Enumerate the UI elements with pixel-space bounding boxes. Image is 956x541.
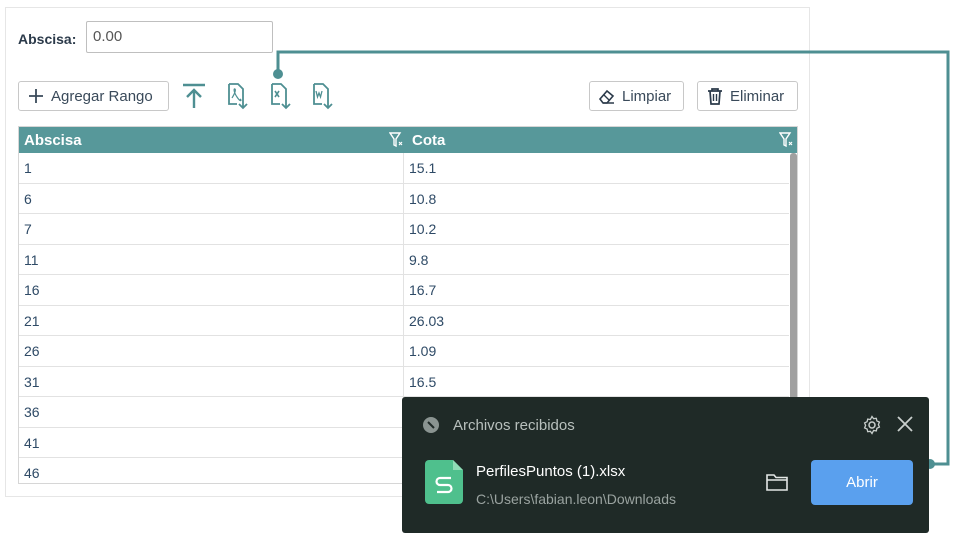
- close-icon[interactable]: [896, 415, 914, 433]
- cell-cota[interactable]: 9.8: [404, 245, 789, 275]
- pdf-export-icon: [228, 83, 248, 110]
- cell-abscisa[interactable]: 11: [19, 244, 404, 274]
- add-range-label: Agregar Rango: [51, 87, 153, 105]
- cell-abscisa[interactable]: 46: [19, 458, 404, 483]
- delete-button[interactable]: Eliminar: [697, 81, 798, 111]
- cell-abscisa[interactable]: 21: [19, 305, 404, 335]
- downloads-title: Archivos recibidos: [453, 417, 575, 434]
- add-range-button[interactable]: Agregar Rango: [18, 81, 169, 111]
- table-header: Abscisa Cota: [19, 127, 797, 153]
- plus-icon: [29, 89, 43, 103]
- eraser-icon: [598, 89, 615, 104]
- cell-abscisa[interactable]: 7: [19, 214, 404, 244]
- cell-cota[interactable]: 16.5: [404, 367, 789, 397]
- open-file-button[interactable]: Abrir: [811, 460, 913, 505]
- cell-abscisa[interactable]: 26: [19, 336, 404, 366]
- cell-cota[interactable]: 16.7: [404, 275, 789, 305]
- history-icon: [423, 417, 439, 433]
- upload-button[interactable]: [179, 81, 209, 111]
- cell-cota[interactable]: 10.2: [404, 214, 789, 244]
- word-export-icon: [313, 83, 333, 110]
- cell-abscisa[interactable]: 16: [19, 275, 404, 305]
- cell-abscisa[interactable]: 31: [19, 366, 404, 396]
- download-file-path: C:\Users\fabian.leon\Downloads: [476, 491, 676, 507]
- export-pdf-button[interactable]: [222, 81, 252, 111]
- gear-icon[interactable]: [862, 415, 882, 435]
- folder-icon[interactable]: [766, 473, 788, 491]
- excel-export-icon: [271, 83, 291, 110]
- cell-abscisa[interactable]: 6: [19, 183, 404, 213]
- cell-cota[interactable]: 26.03: [404, 306, 789, 336]
- table-row[interactable]: 1 15.1: [19, 153, 789, 184]
- filter-icon[interactable]: [779, 132, 793, 148]
- export-excel-button[interactable]: [265, 81, 295, 111]
- trash-icon: [708, 88, 722, 105]
- cell-cota[interactable]: 10.8: [404, 184, 789, 214]
- spreadsheet-file-icon: [425, 460, 463, 504]
- upload-icon: [183, 83, 205, 108]
- cell-cota[interactable]: 15.1: [404, 153, 789, 183]
- table-row[interactable]: 16 16.7: [19, 275, 789, 306]
- table-row[interactable]: 6 10.8: [19, 183, 789, 214]
- table-row[interactable]: 31 16.5: [19, 366, 789, 397]
- cell-abscisa[interactable]: 1: [19, 153, 404, 183]
- abscisa-input[interactable]: 0.00: [86, 21, 273, 53]
- column-header-cota[interactable]: Cota: [412, 132, 445, 149]
- cell-abscisa[interactable]: 41: [19, 427, 404, 457]
- table-row[interactable]: 26 1.09: [19, 336, 789, 367]
- cell-cota[interactable]: 1.09: [404, 336, 789, 366]
- abscisa-label: Abscisa:: [18, 31, 77, 47]
- download-file-name[interactable]: PerfilesPuntos (1).xlsx: [476, 463, 625, 480]
- filter-icon[interactable]: [389, 132, 403, 148]
- clear-label: Limpiar: [622, 87, 672, 105]
- cell-abscisa[interactable]: 36: [19, 397, 404, 427]
- table-row[interactable]: 21 26.03: [19, 305, 789, 336]
- table-row[interactable]: 7 10.2: [19, 214, 789, 245]
- column-header-abscisa[interactable]: Abscisa: [24, 132, 82, 149]
- export-word-button[interactable]: [307, 81, 337, 111]
- downloads-popup: Archivos recibidos PerfilesPuntos (1).xl…: [402, 397, 929, 533]
- clear-button[interactable]: Limpiar: [589, 81, 684, 111]
- table-row[interactable]: 11 9.8: [19, 244, 789, 275]
- delete-label: Eliminar: [730, 87, 785, 105]
